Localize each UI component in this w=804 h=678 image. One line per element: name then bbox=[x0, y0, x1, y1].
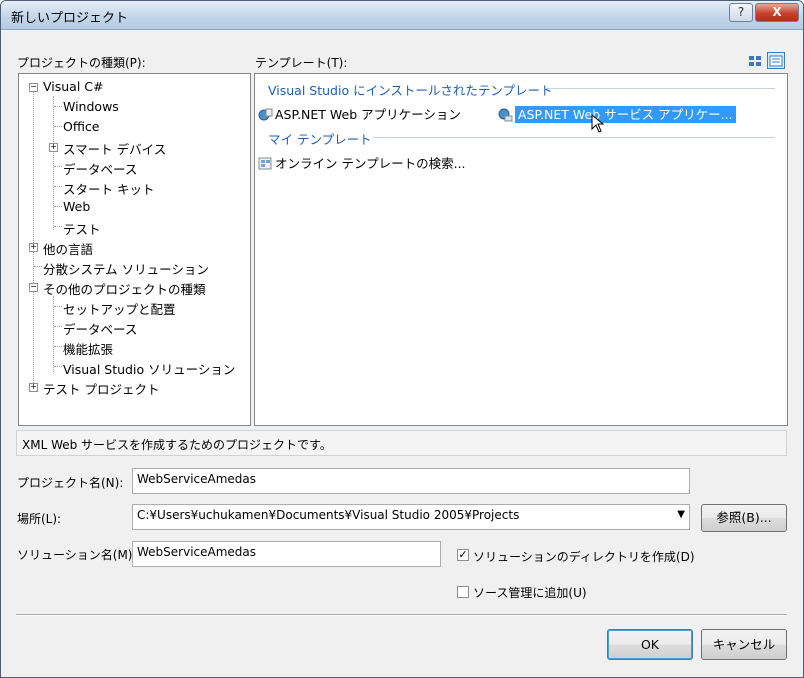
web-service-icon bbox=[498, 108, 513, 122]
project-name-label: プロジェクト名(N): bbox=[17, 476, 124, 490]
templates-label: テンプレート(T): bbox=[255, 56, 348, 70]
tree-item-other-languages[interactable]: 他の言語 bbox=[43, 239, 93, 258]
tree-item-office[interactable]: Office bbox=[63, 119, 100, 134]
expand-test-project-icon[interactable]: + bbox=[29, 383, 38, 392]
separator bbox=[16, 614, 787, 616]
create-directory-label: ソリューションのディレクトリを作成(D) bbox=[473, 550, 695, 564]
cancel-button[interactable]: キャンセル bbox=[701, 629, 787, 660]
small-icons-view-button[interactable] bbox=[767, 52, 785, 69]
template-aspnet-web-app[interactable]: ASP.NET Web アプリケーション bbox=[258, 104, 461, 123]
source-control-label: ソース管理に追加(U) bbox=[473, 586, 587, 600]
tree-item-extensibility[interactable]: 機能拡張 bbox=[63, 339, 113, 358]
project-types-tree[interactable]: − Visual C# Windows Office + スマート デバイス デ… bbox=[18, 73, 251, 426]
location-value: C:¥Users¥uchukamen¥Documents¥Visual Stud… bbox=[137, 508, 520, 522]
template-aspnet-web-service[interactable]: ASP.NET Web サービス アプリケー... bbox=[498, 104, 736, 123]
tree-item-database-2[interactable]: データベース bbox=[63, 319, 137, 338]
solution-name-label: ソリューション名(M): bbox=[17, 548, 137, 562]
window-title: 新しいプロジェクト bbox=[11, 11, 129, 26]
installed-templates-header: Visual Studio にインストールされたテンプレート bbox=[268, 83, 553, 98]
project-types-label: プロジェクトの種類(P): bbox=[17, 56, 146, 70]
tree-item-distributed-system[interactable]: 分散システム ソリューション bbox=[43, 259, 209, 278]
template-search-online[interactable]: オンライン テンプレートの検索... bbox=[258, 153, 466, 172]
location-combobox[interactable]: C:¥Users¥uchukamen¥Documents¥Visual Stud… bbox=[132, 504, 690, 530]
project-name-input[interactable]: WebServiceAmedas bbox=[132, 468, 690, 494]
tree-item-visual-csharp[interactable]: Visual C# bbox=[43, 79, 104, 94]
tree-item-web[interactable]: Web bbox=[63, 199, 90, 214]
template-aspnet-web-app-label: ASP.NET Web アプリケーション bbox=[275, 107, 461, 122]
tree-item-windows[interactable]: Windows bbox=[63, 99, 119, 114]
search-online-icon bbox=[258, 157, 272, 170]
template-search-online-label: オンライン テンプレートの検索... bbox=[275, 156, 466, 171]
chevron-down-icon[interactable]: ▼ bbox=[677, 509, 685, 520]
tree-item-database[interactable]: データベース bbox=[63, 159, 137, 178]
templates-panel[interactable]: Visual Studio にインストールされたテンプレート ASP.NET W… bbox=[254, 73, 788, 426]
title-bar[interactable]: 新しいプロジェクト ? X bbox=[1, 1, 803, 30]
close-button[interactable]: X bbox=[755, 3, 799, 22]
collapse-visual-csharp-icon[interactable]: − bbox=[29, 83, 38, 92]
tree-item-test[interactable]: テスト bbox=[63, 219, 101, 238]
help-button[interactable]: ? bbox=[729, 3, 753, 22]
large-icons-icon bbox=[749, 56, 761, 66]
web-app-icon bbox=[258, 108, 273, 121]
solution-name-input[interactable]: WebServiceAmedas bbox=[132, 541, 441, 567]
location-label: 場所(L): bbox=[17, 512, 62, 526]
tree-item-other-project-types[interactable]: その他のプロジェクトの種類 bbox=[43, 279, 206, 298]
tree-item-smart-device[interactable]: スマート デバイス bbox=[63, 139, 166, 158]
browse-button[interactable]: 参照(B)... bbox=[701, 504, 787, 532]
tree-item-vs-solution[interactable]: Visual Studio ソリューション bbox=[63, 359, 235, 378]
my-templates-header: マイ テンプレート bbox=[268, 132, 372, 147]
tree-item-test-project[interactable]: テスト プロジェクト bbox=[43, 379, 159, 398]
new-project-dialog: 新しいプロジェクト ? X プロジェクトの種類(P): − Visual C# … bbox=[0, 0, 804, 678]
template-aspnet-web-service-label: ASP.NET Web サービス アプリケー... bbox=[515, 106, 736, 123]
source-control-checkbox[interactable] bbox=[457, 586, 469, 598]
expand-other-languages-icon[interactable]: + bbox=[29, 243, 38, 252]
mouse-cursor-icon bbox=[591, 114, 605, 133]
large-icons-view-button[interactable] bbox=[746, 52, 764, 69]
ok-button[interactable]: OK bbox=[607, 629, 693, 660]
tree-item-starter-kit[interactable]: スタート キット bbox=[63, 179, 154, 198]
list-view-icon bbox=[769, 55, 783, 67]
collapse-other-project-types-icon[interactable]: − bbox=[29, 283, 38, 292]
create-directory-checkbox[interactable]: ✓ bbox=[457, 549, 469, 561]
expand-smart-device-icon[interactable]: + bbox=[49, 143, 58, 152]
tree-item-setup-deployment[interactable]: セットアップと配置 bbox=[63, 299, 176, 318]
template-description: XML Web サービスを作成するためのプロジェクトです。 bbox=[16, 430, 787, 456]
